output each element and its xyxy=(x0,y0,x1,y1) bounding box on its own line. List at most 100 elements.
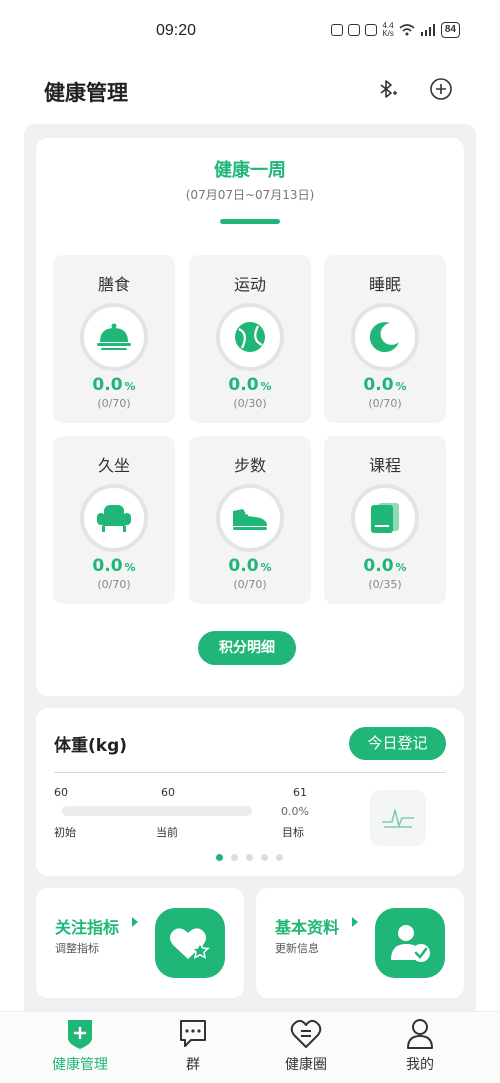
week-date-range: (07月07日~07月13日) xyxy=(185,188,315,202)
chat-bubble-icon xyxy=(180,1020,206,1047)
pager-dot[interactable] xyxy=(261,854,268,861)
metric-tile-sedentary[interactable]: 久坐 0.0% (0/70) xyxy=(53,436,175,604)
pager-dot[interactable] xyxy=(216,854,223,861)
metric-name: 久坐 xyxy=(97,456,130,475)
status-time: 09:20 xyxy=(156,22,197,39)
weight-progress-bar xyxy=(62,806,252,816)
metric-ring xyxy=(80,303,148,371)
vibrate-icon xyxy=(365,24,378,36)
current-weight-value: 60 xyxy=(161,786,175,799)
metric-percent: 0.0% xyxy=(228,556,272,576)
weight-progress-text: 0.0% xyxy=(281,805,309,818)
shortcut-title: 基本资料 xyxy=(275,918,340,937)
app-header: 健康管理 xyxy=(0,64,500,122)
battery-indicator: 84 xyxy=(440,22,460,38)
metric-tile-sleep[interactable]: 睡眠 0.0% (0/70) xyxy=(324,255,446,423)
current-label: 当前 xyxy=(156,826,178,839)
tennis-ball-icon xyxy=(235,322,265,352)
status-bar: 09:20 4.4 K/s 84 xyxy=(0,0,500,64)
nav-health-circle[interactable]: 健康圈 xyxy=(256,1018,356,1080)
pager-dot[interactable] xyxy=(246,854,253,861)
metric-tile-course[interactable]: 课程 0.0% (0/35) xyxy=(324,436,446,604)
metric-percent: 0.0% xyxy=(363,375,407,395)
pager-dots xyxy=(216,854,283,861)
health-week-card: 健康一周 (07月07日~07月13日) 膳食 0.0% (0/70) 运动 0… xyxy=(36,138,464,696)
metric-count: (0/70) xyxy=(97,397,131,410)
nav-group[interactable]: 群 xyxy=(143,1018,243,1080)
target-label: 目标 xyxy=(282,826,304,839)
metric-name: 课程 xyxy=(368,456,401,475)
weight-card: 体重(kg) 今日登记 60 60 61 0.0% 初始 当前 目标 xyxy=(36,708,464,876)
divider xyxy=(54,772,446,773)
nav-label: 健康管理 xyxy=(52,1057,108,1073)
metric-count: (0/30) xyxy=(233,397,267,410)
bluetooth-icon xyxy=(380,80,397,98)
target-weight-value: 61 xyxy=(293,786,307,799)
pulse-line-icon xyxy=(382,809,414,828)
nav-health-management[interactable]: 健康管理 xyxy=(30,1018,130,1080)
chevron-right-icon xyxy=(132,917,138,927)
metric-percent: 0.0% xyxy=(228,375,272,395)
moon-icon xyxy=(369,322,399,353)
alarm-icon xyxy=(348,24,361,36)
today-checkin-button[interactable]: 今日登记 xyxy=(349,727,446,760)
points-detail-button[interactable]: 积分明细 xyxy=(198,631,296,665)
week-title: 健康一周 xyxy=(214,160,286,181)
metric-ring xyxy=(351,303,419,371)
initial-label: 初始 xyxy=(54,826,76,839)
bottom-nav: 健康管理 群 健康圈 我的 xyxy=(0,1011,500,1083)
nav-label: 健康圈 xyxy=(285,1057,327,1073)
metric-ring xyxy=(80,484,148,552)
weight-title: 体重(kg) xyxy=(54,736,128,756)
health-shield-icon xyxy=(68,1020,92,1049)
chevron-right-icon xyxy=(352,917,358,927)
metric-count: (0/70) xyxy=(368,397,402,410)
metric-percent: 0.0% xyxy=(92,375,136,395)
add-circle-icon xyxy=(430,78,452,100)
add-button[interactable] xyxy=(426,74,456,104)
shortcut-subtitle: 更新信息 xyxy=(275,942,319,955)
metric-count: (0/35) xyxy=(368,578,402,591)
status-icons: 4.4 K/s 84 xyxy=(331,22,460,38)
metric-tile-steps[interactable]: 步数 0.0% (0/70) xyxy=(189,436,311,604)
metric-ring xyxy=(351,484,419,552)
metric-percent: 0.0% xyxy=(92,556,136,576)
person-icon xyxy=(407,1019,433,1049)
shortcut-basic-info[interactable]: 基本资料 更新信息 xyxy=(256,888,464,998)
pager-dot[interactable] xyxy=(276,854,283,861)
weight-trend-button[interactable] xyxy=(370,790,426,846)
shortcut-title: 关注指标 xyxy=(55,918,120,937)
metric-name: 运动 xyxy=(233,275,266,294)
week-title-underline xyxy=(220,219,280,224)
bluetooth-button[interactable] xyxy=(372,74,402,104)
metric-percent: 0.0% xyxy=(363,556,407,576)
signal-icon xyxy=(420,24,435,36)
shortcut-focus-indicators[interactable]: 关注指标 调整指标 xyxy=(36,888,244,998)
metric-ring xyxy=(216,303,284,371)
nav-label: 群 xyxy=(186,1057,200,1073)
shortcut-subtitle: 调整指标 xyxy=(55,942,99,955)
food-cover-icon xyxy=(97,323,131,350)
metric-name: 步数 xyxy=(233,456,266,475)
initial-weight-value: 60 xyxy=(54,786,68,799)
metric-name: 膳食 xyxy=(97,275,130,294)
pager-dot[interactable] xyxy=(231,854,238,861)
metric-count: (0/70) xyxy=(97,578,131,591)
armchair-icon xyxy=(97,505,131,532)
wifi-icon xyxy=(399,24,415,36)
nfc-icon xyxy=(331,24,344,36)
shortcut-icon-box xyxy=(375,908,445,978)
user-check-icon xyxy=(391,925,430,962)
metric-count: (0/70) xyxy=(233,578,267,591)
sneaker-icon xyxy=(233,509,267,530)
metric-tile-diet[interactable]: 膳食 0.0% (0/70) xyxy=(53,255,175,423)
heart-star-icon xyxy=(170,928,210,959)
nav-mine[interactable]: 我的 xyxy=(370,1018,470,1080)
shortcut-icon-box xyxy=(155,908,225,978)
metric-tile-exercise[interactable]: 运动 0.0% (0/30) xyxy=(189,255,311,423)
metric-name: 睡眠 xyxy=(368,275,401,294)
page-title: 健康管理 xyxy=(44,81,128,105)
net-speed: 4.4 K/s xyxy=(382,21,394,38)
metric-ring xyxy=(216,484,284,552)
book-icon xyxy=(371,503,399,533)
